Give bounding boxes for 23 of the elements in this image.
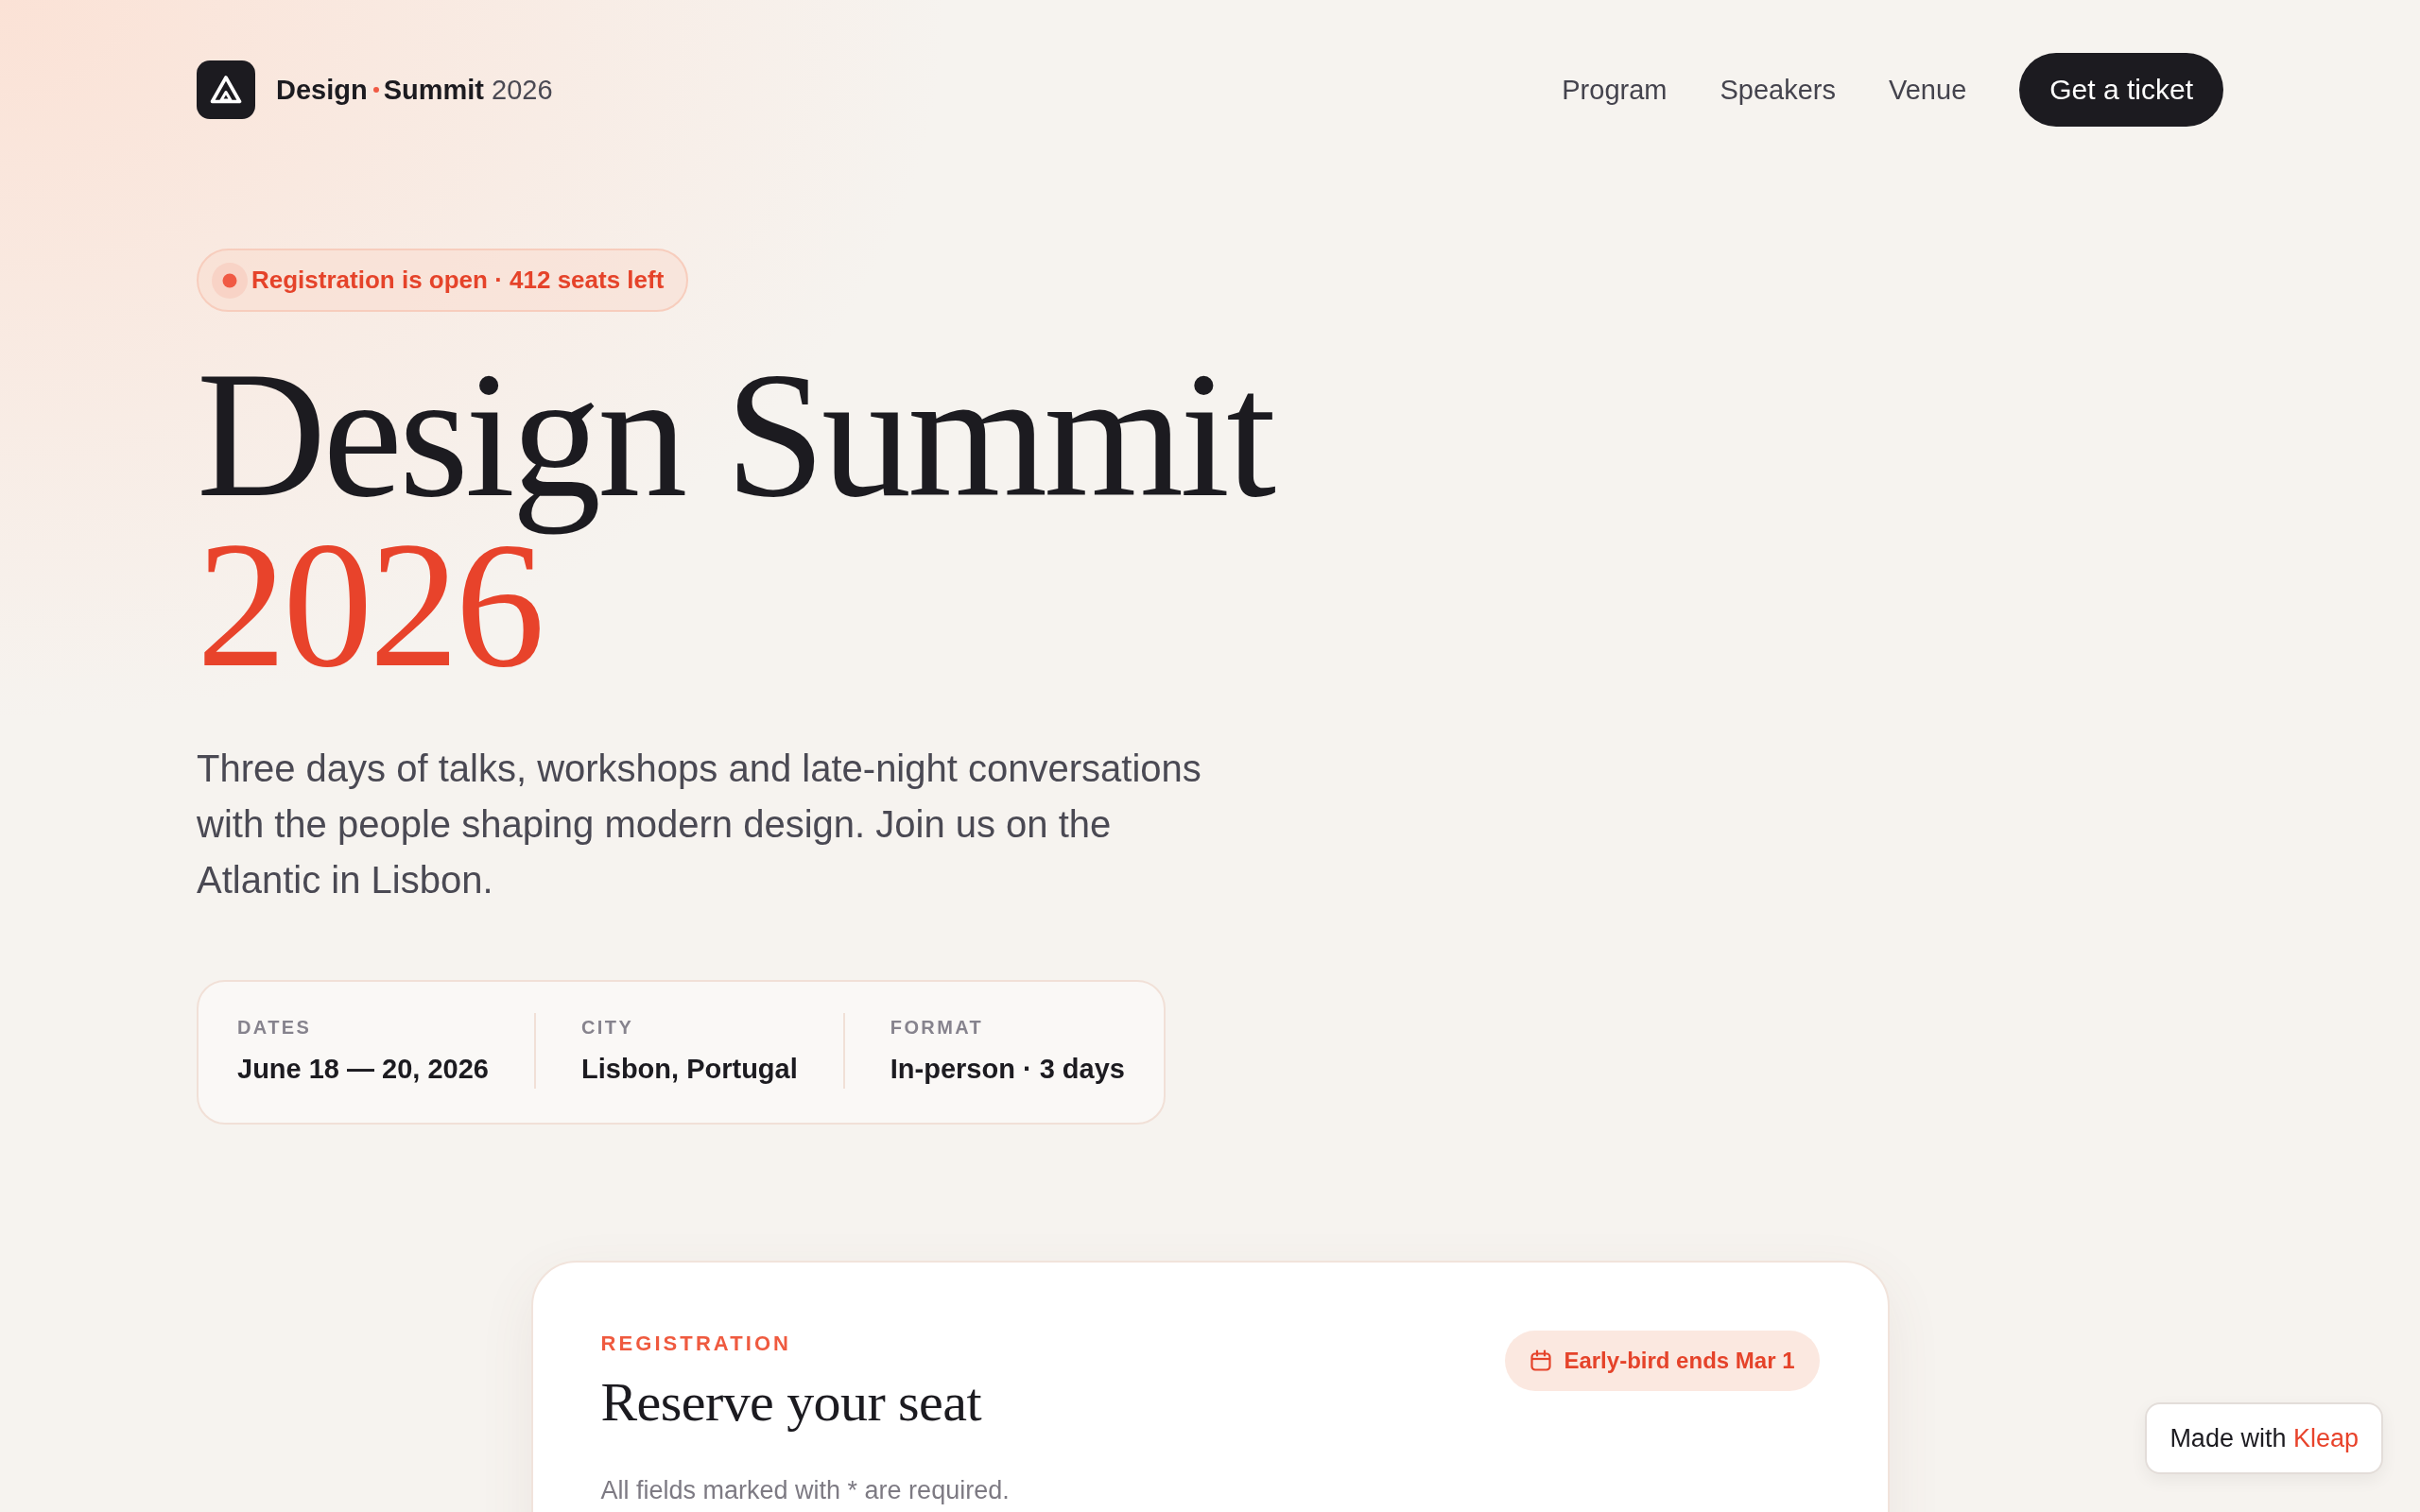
hero-description: Three days of talks, workshops and late-night conversations with the people shaping modern design. Join us on the Atlantic in Lisbon. [197,747,1202,902]
brand-tagline: Summit 2026 [383,74,553,106]
nav-link[interactable]: Speakers [1720,74,1836,106]
required-note: All fields marked with * are required. [600,1476,1011,1504]
fact-value: Lisbon, Portugal [581,1053,798,1086]
section-label: REGISTRATION [600,1331,793,1357]
fact-label: CITY [581,1016,635,1039]
registration-title: Reserve your seat [600,1372,981,1433]
fact-value: In-person · 3 days [890,1053,1125,1086]
nav-link[interactable]: Venue [1889,74,1967,106]
ticket-button[interactable]: Get a ticket [2019,53,2223,127]
status-dot-icon [212,262,248,299]
fact-label: DATES [237,1016,313,1039]
deadline-text: Early-bird ends Mar 1 [1564,1348,1795,1374]
brand-name: Design [276,74,368,106]
made-with-badge[interactable]: Made with Kleap [2145,1402,2383,1474]
fact-value: June 18 — 20, 2026 [237,1053,489,1086]
status-text: Registration is open · 412 seats left [251,266,665,295]
calendar-icon [1530,1349,1553,1372]
dot-icon [372,87,379,93]
fact-label: FORMAT [890,1016,985,1039]
logo-icon [197,60,255,119]
nav-link[interactable]: Program [1562,74,1668,106]
